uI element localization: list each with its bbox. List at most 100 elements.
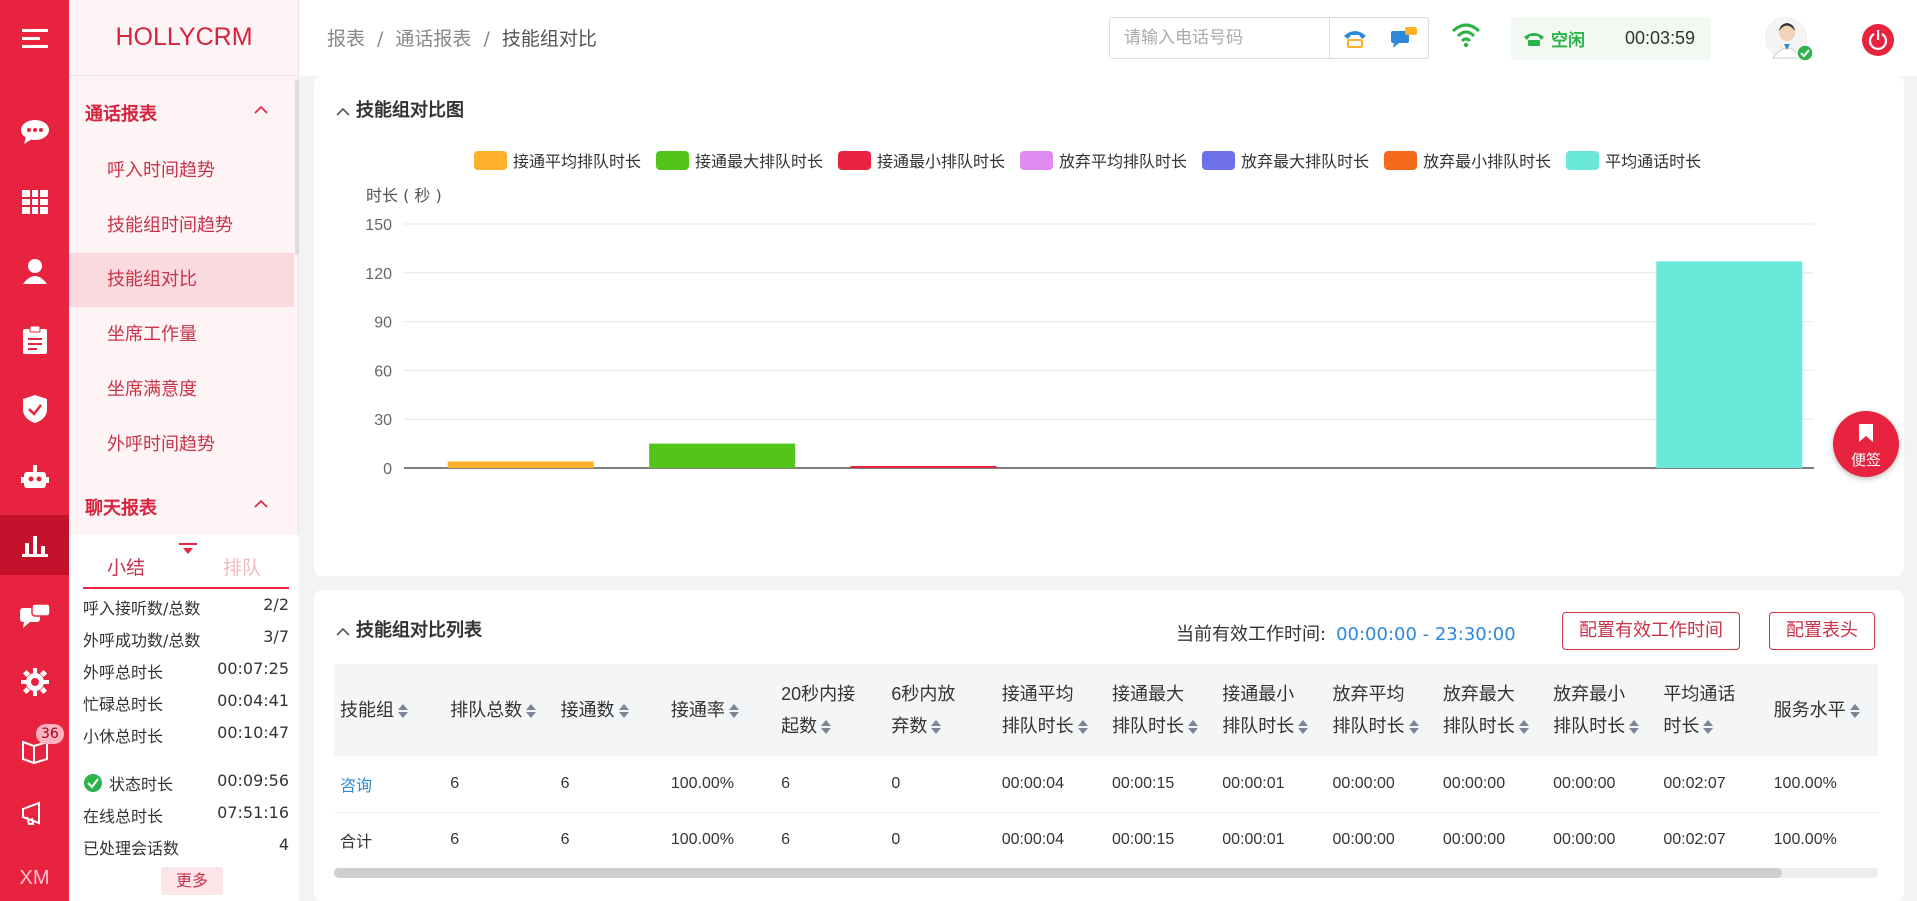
column-header[interactable]: 接通率 (664, 664, 776, 756)
column-header-label: 接通率 (670, 700, 725, 720)
table-horizontal-scrollbar[interactable] (334, 868, 1878, 878)
sort-arrows-icon[interactable] (1519, 720, 1529, 734)
sort-arrows-icon[interactable] (1078, 720, 1088, 734)
top-header: 报表/通话报表/技能组对比 空闲 00:03:59 (299, 0, 1917, 76)
table-section-header[interactable]: 技能组对比列表 (336, 616, 482, 642)
sort-arrows-icon[interactable] (1188, 720, 1198, 734)
sidebar-item-skillgroup-compare[interactable]: 技能组对比 (69, 253, 294, 307)
chevron-up-icon[interactable] (254, 102, 268, 118)
table-cell: 0 (885, 812, 996, 869)
table-cell: 100.00% (664, 812, 776, 869)
column-header[interactable]: 放弃平均 排队时长 (1326, 664, 1437, 756)
column-header-label: 接通数 (560, 700, 615, 720)
tab-queue[interactable]: 排队 (223, 553, 261, 580)
stat-row: 在线总时长 07:51:16 (83, 803, 289, 827)
sidebar-item-inbound-trend[interactable]: 呼入时间趋势 (69, 144, 294, 198)
agent-status-timer: 00:03:59 (1625, 28, 1696, 48)
column-header[interactable]: 接通平均 排队时长 (995, 664, 1106, 756)
stat-row: 小休总时长 00:10:47 (83, 723, 289, 747)
table-card: 技能组对比列表 当前有效工作时间: 00:00:00 - 23:30:00 配置有… (314, 590, 1904, 901)
avatar[interactable] (1765, 17, 1814, 62)
column-header[interactable]: 平均通话 时长 (1657, 664, 1768, 756)
book-notification-icon[interactable]: 36 (0, 720, 69, 780)
skillgroup-link[interactable]: 咨询 (340, 778, 372, 795)
sort-arrows-icon[interactable] (1298, 720, 1308, 734)
sort-arrows-icon[interactable] (1629, 720, 1639, 734)
sidebar-item-agent-workload[interactable]: 坐席工作量 (69, 308, 294, 362)
table-cell: 100.00% (664, 756, 776, 813)
stat-label: 外呼成功数/总数 (83, 631, 201, 650)
scrollbar-thumb[interactable] (334, 868, 1782, 878)
stat-row: 外呼成功数/总数 3/7 (83, 627, 289, 651)
more-button[interactable]: 更多 (161, 867, 223, 895)
table-cell: 6 (775, 756, 886, 813)
settings-gear-icon[interactable] (0, 652, 69, 712)
breadcrumb-item[interactable]: 通话报表 (395, 28, 471, 50)
chat-icon[interactable] (0, 102, 69, 162)
chevron-up-icon[interactable] (254, 496, 268, 512)
sidebar-group-chat-reports[interactable]: 聊天报表 (85, 494, 157, 520)
stat-label: 小休总时长 (83, 727, 164, 746)
column-header[interactable]: 20秒内接 起数 (775, 664, 886, 756)
phone-number-input[interactable] (1110, 18, 1330, 58)
column-header[interactable]: 接通最大 排队时长 (1105, 664, 1217, 756)
config-work-time-button[interactable]: 配置有效工作时间 (1562, 612, 1740, 650)
chevron-up-icon[interactable] (336, 620, 350, 641)
sort-arrows-icon[interactable] (1703, 720, 1713, 734)
stat-label: 状态时长 (109, 775, 174, 794)
bar-1 (447, 461, 594, 468)
power-logout-icon[interactable] (1862, 24, 1894, 56)
table-cell: 6 (775, 812, 886, 869)
tab-summary[interactable]: 小结 (107, 553, 145, 580)
stat-label: 在线总时长 (83, 807, 164, 826)
column-header[interactable]: 放弃最小 排队时长 (1547, 664, 1658, 756)
table-cell: 00:00:00 (1436, 812, 1548, 869)
agent-status-box[interactable]: 空闲 00:03:59 (1511, 17, 1711, 60)
sort-arrows-icon[interactable] (931, 720, 941, 734)
column-header[interactable]: 技能组 (334, 664, 445, 756)
sidebar-scrollbar[interactable] (295, 80, 299, 255)
collapse-toggle-icon[interactable] (179, 540, 197, 559)
table-cell: 咨询 (334, 756, 445, 813)
column-header[interactable]: 排队总数 (444, 664, 555, 756)
column-header-label: 技能组 (340, 700, 394, 720)
stat-value: 00:07:25 (217, 659, 289, 678)
sms-message-icon[interactable] (1379, 18, 1428, 58)
sidebar-item-agent-satisfaction[interactable]: 坐席满意度 (69, 363, 294, 417)
notification-badge: 36 (36, 724, 64, 744)
column-header[interactable]: 接通数 (554, 664, 665, 756)
robot-icon[interactable] (0, 448, 69, 508)
menu-icon[interactable] (0, 8, 69, 68)
column-header[interactable]: 服务水平 (1767, 664, 1878, 756)
dial-phone-icon[interactable] (1330, 18, 1379, 58)
column-header[interactable]: 接通最小 排队时长 (1216, 664, 1327, 756)
message-bubbles-icon[interactable] (0, 587, 69, 647)
column-header[interactable]: 放弃最大 排队时长 (1436, 664, 1548, 756)
sort-arrows-icon[interactable] (729, 704, 739, 718)
sticky-note-button[interactable]: 便签 (1833, 411, 1899, 477)
sidebar-group-call-reports[interactable]: 通话报表 (85, 100, 157, 126)
breadcrumb-item[interactable]: 报表 (327, 28, 365, 50)
sort-arrows-icon[interactable] (1409, 720, 1419, 734)
user-icon[interactable] (0, 241, 69, 301)
stat-row: 状态时长 00:09:56 (83, 771, 289, 795)
sort-arrows-icon[interactable] (1850, 704, 1860, 718)
config-table-header-button[interactable]: 配置表头 (1769, 612, 1875, 650)
shield-check-icon[interactable] (0, 379, 69, 439)
stat-label: 外呼总时长 (83, 663, 164, 682)
sort-arrows-icon[interactable] (619, 704, 629, 718)
rail-footer-label: XM (19, 866, 50, 889)
sort-arrows-icon[interactable] (526, 704, 536, 718)
stat-value: 00:10:47 (217, 723, 289, 742)
column-header[interactable]: 6秒内放 弃数 (885, 664, 996, 756)
sidebar-item-outbound-trend[interactable]: 外呼时间趋势 (69, 418, 294, 472)
report-chart-icon[interactable] (0, 515, 69, 575)
clipboard-icon[interactable] (0, 310, 69, 370)
sidebar-item-skillgroup-trend[interactable]: 技能组时间趋势 (69, 199, 294, 253)
announcement-icon[interactable] (0, 783, 69, 843)
column-header-label: 放弃最小 (1553, 684, 1626, 704)
bar-2 (649, 443, 796, 468)
sort-arrows-icon[interactable] (821, 720, 831, 734)
sort-arrows-icon[interactable] (398, 704, 408, 718)
grid-table-icon[interactable] (0, 172, 69, 232)
